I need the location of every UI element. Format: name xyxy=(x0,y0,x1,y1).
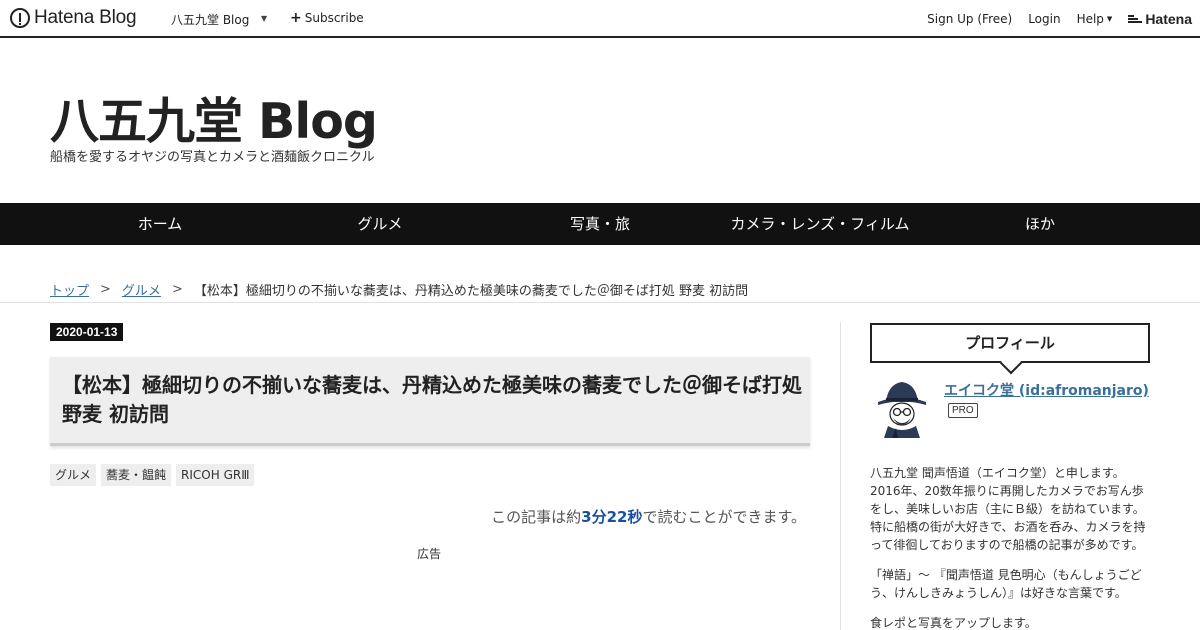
help-menu[interactable]: Help ▼ xyxy=(1077,12,1113,26)
post-title[interactable]: 【松本】極細切りの不揃いな蕎麦は、丹精込めた極美味の蕎麦でした＠御そば打処 野麦… xyxy=(62,371,802,429)
hatena-logo-icon xyxy=(10,8,30,28)
breadcrumb-top-link[interactable]: トップ xyxy=(50,280,89,299)
pro-badge[interactable]: PRO xyxy=(948,403,978,418)
hatena-topbar: Hatena Blog 八五九堂 Blog ▼ + Subscribe Sign… xyxy=(0,0,1200,38)
ad-label: 広告 xyxy=(417,547,442,561)
profile-bio-paragraph: 食レポと写真をアップします。 xyxy=(870,616,1037,630)
hatena-link[interactable]: Hatena xyxy=(1128,11,1192,27)
help-caret-icon: ▼ xyxy=(1106,15,1113,23)
profile-name-link[interactable]: エイコク堂 (id:afromanjaro) xyxy=(944,380,1149,400)
reading-time: この記事は約3分22秒で読むことができます。 xyxy=(491,506,806,527)
category-tag[interactable]: グルメ xyxy=(50,464,97,486)
topbar-right-menu: Sign Up (Free) Login Help ▼ Hatena xyxy=(911,11,1192,27)
category-tag[interactable]: 蕎麦・饂飩 xyxy=(101,464,172,486)
hatena-wordmark-icon xyxy=(1128,14,1143,24)
breadcrumb-separator: > xyxy=(171,282,183,297)
breadcrumb-current: 【松本】極細切りの不揃いな蕎麦は、丹精込めた極美味の蕎麦でした＠御そば打処 野麦… xyxy=(193,284,749,299)
signup-link[interactable]: Sign Up (Free) xyxy=(927,12,1012,26)
profile-heading: プロフィール xyxy=(870,323,1150,363)
nav-item-other[interactable]: ほか xyxy=(930,203,1150,245)
hatena-link-label: Hatena xyxy=(1145,11,1192,27)
login-link[interactable]: Login xyxy=(1028,12,1060,26)
breadcrumb-category-link[interactable]: グルメ xyxy=(122,280,161,299)
nav-item-camera[interactable]: カメラ・レンズ・フィルム xyxy=(710,203,930,245)
nav-item-gourmet[interactable]: グルメ xyxy=(270,203,490,245)
nav-item-photo-travel[interactable]: 写真・旅 xyxy=(490,203,710,245)
breadcrumb-divider xyxy=(0,302,1200,303)
hatena-blog-logo[interactable]: Hatena Blog xyxy=(10,7,137,29)
profile-bio-paragraph: 八五九堂 聞声悟道（エイコク堂）と申します。2016年、20数年振りに再開したカ… xyxy=(870,466,1146,552)
blog-title[interactable]: 八五九堂 Blog xyxy=(50,82,378,153)
profile-avatar-icon[interactable] xyxy=(872,378,932,440)
subscribe-button[interactable]: + Subscribe xyxy=(290,11,364,25)
reading-time-suffix: で読むことができます。 xyxy=(642,508,806,526)
profile-bio: 八五九堂 聞声悟道（エイコク堂）と申します。2016年、20数年振りに再開したカ… xyxy=(870,464,1152,630)
reading-time-value: 3分22秒 xyxy=(581,508,643,526)
reading-time-prefix: この記事は約 xyxy=(491,508,582,526)
blog-description: 船橋を愛するオヤジの写真とカメラと酒麺飯クロニクル xyxy=(50,150,375,165)
global-nav: ホーム グルメ 写真・旅 カメラ・レンズ・フィルム ほか xyxy=(0,203,1200,245)
subscribe-label: Subscribe xyxy=(304,11,364,25)
blog-menu-caret-icon[interactable]: ▼ xyxy=(261,14,267,23)
post-categories: グルメ 蕎麦・饂飩 RICOH GRⅢ xyxy=(50,464,255,486)
post-date[interactable]: 2020-01-13 xyxy=(50,323,124,341)
hatena-blog-logo-text: Hatena Blog xyxy=(34,7,137,28)
profile-bio-paragraph: 「禅語」～ 『聞声悟道 見色明心（もんしょうごどう、けんしきみょうしん）』は好き… xyxy=(870,568,1142,600)
plus-icon: + xyxy=(290,10,302,26)
help-label: Help xyxy=(1076,12,1104,26)
topbar-blog-name[interactable]: 八五九堂 Blog xyxy=(171,11,249,28)
breadcrumb: トップ > グルメ > 【松本】極細切りの不揃いな蕎麦は、丹精込めた極美味の蕎麦… xyxy=(50,280,748,299)
post-title-box: 【松本】極細切りの不揃いな蕎麦は、丹精込めた極美味の蕎麦でした＠御そば打処 野麦… xyxy=(50,357,810,446)
breadcrumb-separator: > xyxy=(100,282,111,297)
sidebar-divider xyxy=(840,322,841,630)
nav-item-home[interactable]: ホーム xyxy=(50,203,270,245)
category-tag[interactable]: RICOH GRⅢ xyxy=(176,464,255,486)
